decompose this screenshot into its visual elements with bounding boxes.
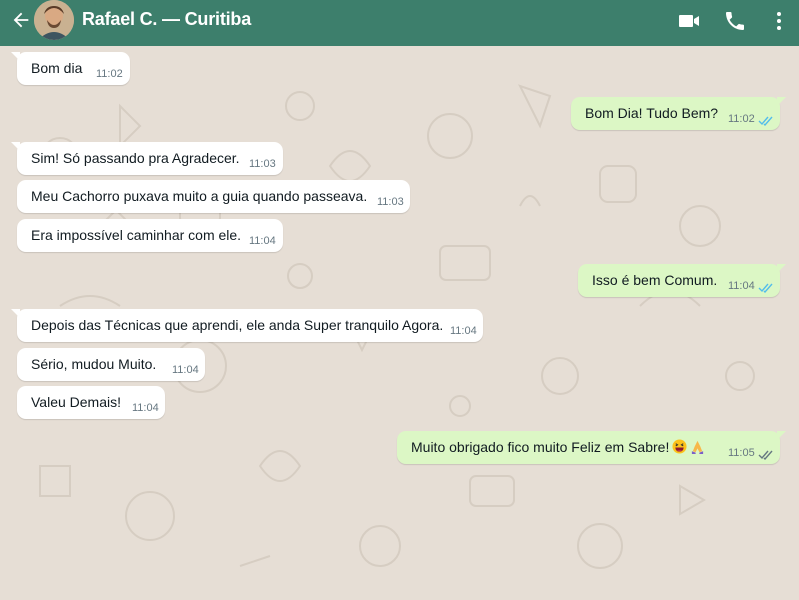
folded-hands-icon (692, 440, 704, 454)
message-time: 11:04 (172, 364, 199, 376)
message-time: 11:03 (377, 196, 404, 208)
phone-icon[interactable] (723, 9, 747, 33)
message-text: Sim! Só passando pra Agradecer. (31, 150, 240, 166)
message-time: 11:04 (132, 402, 159, 414)
message-bubble-incoming[interactable]: Depois das Técnicas que aprendi, ele and… (11, 309, 483, 342)
avatar[interactable] (34, 0, 74, 40)
message-text: Bom Dia! Tudo Bem? (585, 105, 719, 121)
message-text: Sério, mudou Muito. (31, 356, 157, 372)
message-bubble-incoming[interactable]: Sim! Só passando pra Agradecer. 11:03 (11, 142, 283, 175)
message-text: Isso é bem Comum. (592, 272, 718, 288)
message-bubble-outgoing[interactable]: Muito obrigado fico muito Feliz em Sabre… (397, 431, 786, 464)
bubble-tail (11, 309, 20, 318)
message-text-content: Muito obrigado fico muito Feliz em Sabre… (411, 439, 670, 455)
message-text: Muito obrigado fico muito Feliz em Sabre… (411, 439, 705, 455)
message-time: 11:05 (728, 447, 755, 459)
message-text: Era impossível caminhar com ele. (31, 227, 242, 243)
message-text: Bom dia (31, 60, 83, 76)
avatar-photo (34, 0, 74, 40)
bubble-tail (11, 142, 20, 151)
bubble-tail (11, 52, 20, 61)
read-ticks-icon (758, 116, 773, 126)
message-bubble-incoming[interactable]: Valeu Demais! 11:04 (17, 386, 165, 419)
message-bubble-incoming[interactable]: Sério, mudou Muito. 11:04 (17, 348, 205, 381)
delivered-ticks-icon (758, 450, 773, 460)
message-bubble-incoming[interactable]: Meu Cachorro puxava muito a guia quando … (17, 180, 410, 213)
message-time: 11:04 (728, 280, 755, 292)
back-arrow-icon[interactable] (10, 9, 32, 31)
chat-header: Rafael C. — Curitiba (0, 0, 799, 46)
bubble-tail (777, 264, 786, 273)
message-text: Depois das Técnicas que aprendi, ele and… (31, 317, 444, 333)
grinning-squinting-face-icon (672, 439, 687, 454)
bubble-tail (777, 97, 786, 106)
contact-name[interactable]: Rafael C. — Curitiba (82, 9, 251, 30)
message-time: 11:03 (249, 158, 276, 170)
more-vertical-icon[interactable] (767, 9, 791, 33)
message-bubble-incoming[interactable]: Bom dia 11:02 (11, 52, 130, 85)
message-bubble-outgoing[interactable]: Isso é bem Comum. 11:04 (578, 264, 786, 297)
message-time: 11:02 (728, 113, 755, 125)
bubble-tail (777, 431, 786, 440)
message-time: 11:02 (96, 68, 123, 80)
read-ticks-icon (758, 283, 773, 293)
message-text: Meu Cachorro puxava muito a guia quando … (31, 188, 368, 204)
message-bubble-outgoing[interactable]: Bom Dia! Tudo Bem? 11:02 (571, 97, 786, 130)
message-text: Valeu Demais! (31, 394, 122, 410)
video-call-icon[interactable] (677, 9, 701, 33)
message-time: 11:04 (249, 235, 276, 247)
message-list: Bom dia 11:02 Bom Dia! Tudo Bem? 11:02 S… (0, 46, 799, 600)
message-bubble-incoming[interactable]: Era impossível caminhar com ele. 11:04 (17, 219, 283, 252)
message-time: 11:04 (450, 325, 477, 337)
